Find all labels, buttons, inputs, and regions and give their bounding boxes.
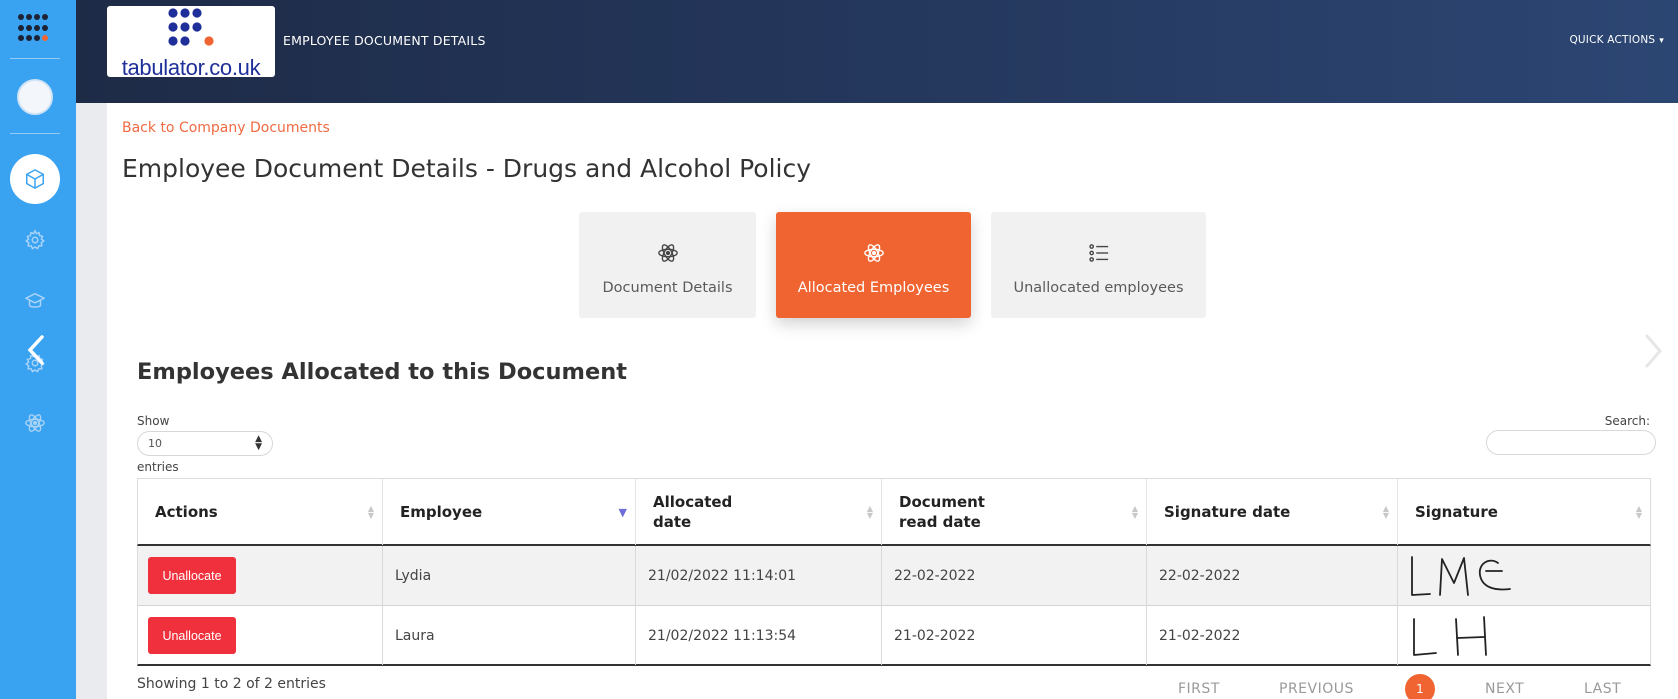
cell-signature-date: 21-02-2022	[1147, 606, 1398, 665]
search-label: Search:	[1604, 414, 1650, 428]
sort-desc-icon: ▼	[618, 506, 627, 519]
sort-icon: ▲ ▼	[1635, 504, 1642, 520]
pagination-next[interactable]: NEXT	[1485, 681, 1524, 697]
cell-read-date: 21-02-2022	[882, 606, 1147, 665]
column-header-actions[interactable]: Actions ▲ ▼	[138, 479, 383, 545]
caret-down-icon: ▾	[1659, 36, 1664, 46]
table-row: Unallocate Lydia 21/02/2022 11:14:01 22-…	[137, 546, 1651, 606]
cube-icon	[26, 169, 44, 189]
pagination-first[interactable]: FIRST	[1178, 681, 1220, 697]
column-label: Signature date	[1164, 503, 1291, 521]
page-length-select[interactable]: 10 ▲ ▼	[137, 431, 273, 456]
cell-allocated-date: 21/02/2022 11:14:01	[636, 546, 882, 605]
logo[interactable]: tabulator.co.uk	[107, 6, 275, 77]
atom-icon	[657, 244, 678, 262]
carousel-next-button[interactable]	[1641, 333, 1665, 369]
column-header-signature-date[interactable]: Signature date ▲ ▼	[1147, 479, 1398, 545]
search-input[interactable]	[1486, 430, 1656, 455]
apps-grid-icon[interactable]	[18, 14, 48, 44]
sidebar-divider	[10, 133, 60, 134]
tab-unallocated-employees[interactable]: Unallocated employees	[991, 212, 1206, 318]
gear-icon	[25, 229, 45, 250]
sidebar-collapse-button[interactable]	[24, 334, 48, 366]
page-length-value: 10	[148, 437, 162, 450]
avatar[interactable]	[17, 79, 53, 115]
entries-label: entries	[137, 460, 179, 474]
tab-label: Allocated Employees	[797, 280, 950, 296]
tab-document-details[interactable]: Document Details	[579, 212, 756, 318]
tab-allocated-employees[interactable]: Allocated Employees	[776, 212, 971, 318]
column-header-allocated-date[interactable]: Allocated date ▲ ▼	[636, 479, 882, 545]
cell-allocated-date: 21/02/2022 11:13:54	[636, 606, 882, 665]
sidebar	[0, 0, 76, 699]
sidebar-item-atom[interactable]	[22, 410, 48, 436]
top-header: tabulator.co.uk EMPLOYEE DOCUMENT DETAIL…	[76, 0, 1678, 103]
cell-actions: Unallocate	[138, 546, 383, 605]
signature-image	[1411, 555, 1511, 596]
column-header-signature[interactable]: Signature ▲ ▼	[1398, 479, 1650, 545]
column-label: Document read date	[899, 493, 985, 531]
header-title: EMPLOYEE DOCUMENT DETAILS	[283, 33, 486, 48]
back-link[interactable]: Back to Company Documents	[122, 120, 330, 136]
signature-image	[1413, 615, 1487, 656]
tab-label: Document Details	[602, 280, 733, 296]
quick-actions-dropdown[interactable]: QUICK ACTIONS ▾	[1569, 34, 1664, 46]
tab-label: Unallocated employees	[1013, 280, 1184, 296]
chevron-right-icon	[1645, 334, 1662, 368]
page-title: Employee Document Details - Drugs and Al…	[122, 154, 812, 183]
cell-signature-date: 22-02-2022	[1147, 546, 1398, 605]
sidebar-item-settings[interactable]	[22, 227, 48, 253]
column-header-document-read-date[interactable]: Document read date ▲ ▼	[882, 479, 1147, 545]
column-label: Actions	[155, 503, 218, 521]
column-label: Allocated date	[653, 493, 733, 531]
quick-actions-label: QUICK ACTIONS	[1569, 34, 1656, 46]
select-arrows-icon: ▲ ▼	[255, 434, 262, 452]
pagination-previous[interactable]: PREVIOUS	[1279, 681, 1354, 697]
employees-table: Actions ▲ ▼ Employee ▼ Allocated date ▲ ▼ …	[137, 478, 1651, 666]
unallocate-button[interactable]: Unallocate	[148, 617, 236, 654]
cell-employee: Lydia	[383, 546, 636, 605]
cell-read-date: 22-02-2022	[882, 546, 1147, 605]
sidebar-item-documents[interactable]	[10, 154, 60, 204]
atom-icon	[25, 414, 45, 432]
section-title: Employees Allocated to this Document	[137, 359, 628, 385]
cell-actions: Unallocate	[138, 606, 383, 665]
logo-text: tabulator.co.uk	[121, 55, 261, 77]
pagination-current-page[interactable]: 1	[1405, 674, 1435, 699]
sort-icon: ▲ ▼	[367, 504, 374, 520]
cell-signature	[1398, 606, 1650, 665]
main-card: Back to Company Documents Employee Docum…	[107, 103, 1678, 699]
sort-icon: ▲ ▼	[866, 504, 873, 520]
sidebar-item-training[interactable]	[22, 288, 48, 314]
show-label: Show	[137, 414, 170, 428]
column-header-employee[interactable]: Employee ▼	[383, 479, 636, 545]
cell-employee: Laura	[383, 606, 636, 665]
chevron-left-icon	[27, 335, 44, 365]
unallocate-button[interactable]: Unallocate	[148, 557, 236, 594]
column-label: Signature	[1415, 503, 1498, 521]
table-info: Showing 1 to 2 of 2 entries	[137, 676, 326, 692]
sidebar-divider	[10, 58, 60, 59]
table-row: Unallocate Laura 21/02/2022 11:13:54 21-…	[137, 606, 1651, 666]
sort-icon: ▲ ▼	[1382, 504, 1389, 520]
cell-signature	[1398, 546, 1650, 605]
list-icon	[1088, 244, 1108, 262]
atom-icon	[863, 244, 884, 262]
logo-dots-icon	[168, 8, 214, 46]
pagination-last[interactable]: LAST	[1584, 681, 1621, 697]
graduation-cap-icon	[25, 292, 45, 308]
column-label: Employee	[400, 503, 483, 521]
table-header: Actions ▲ ▼ Employee ▼ Allocated date ▲ ▼ …	[137, 478, 1651, 546]
sort-icon: ▲ ▼	[1131, 504, 1138, 520]
